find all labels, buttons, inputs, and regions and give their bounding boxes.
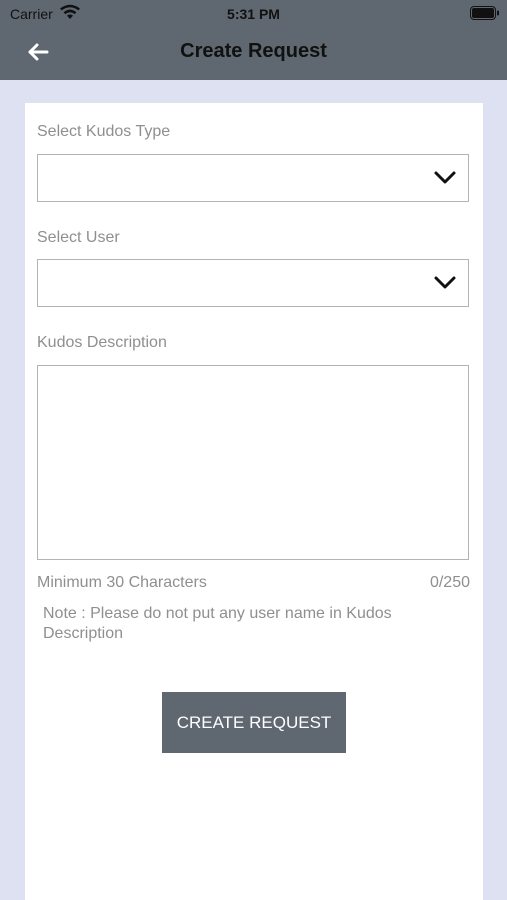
- chevron-down-icon: [434, 276, 456, 289]
- kudos-type-select[interactable]: [37, 154, 469, 202]
- character-counter: 0/250: [429, 574, 470, 591]
- user-select[interactable]: [37, 259, 469, 307]
- chevron-down-icon: [434, 171, 456, 184]
- kudos-type-label: Select Kudos Type: [37, 123, 171, 140]
- status-time: 5:31 PM: [227, 6, 280, 22]
- create-request-button[interactable]: CREATE REQUEST: [162, 692, 346, 753]
- note-text: Note : Please do not put any user name i…: [43, 605, 392, 642]
- page-title: Create Request: [180, 40, 327, 62]
- description-label: Kudos Description: [37, 334, 167, 351]
- description-textarea[interactable]: [37, 365, 469, 560]
- app-header: Carrier 5:31 PM Create Request: [0, 0, 507, 80]
- min-characters-hint: Minimum 30 Characters: [37, 574, 207, 591]
- user-label: Select User: [37, 229, 120, 246]
- request-form-card: Select Kudos Type Select User Kudos Desc…: [25, 103, 483, 900]
- status-bar: Carrier 5:31 PM: [0, 0, 507, 28]
- battery-icon: [470, 6, 499, 20]
